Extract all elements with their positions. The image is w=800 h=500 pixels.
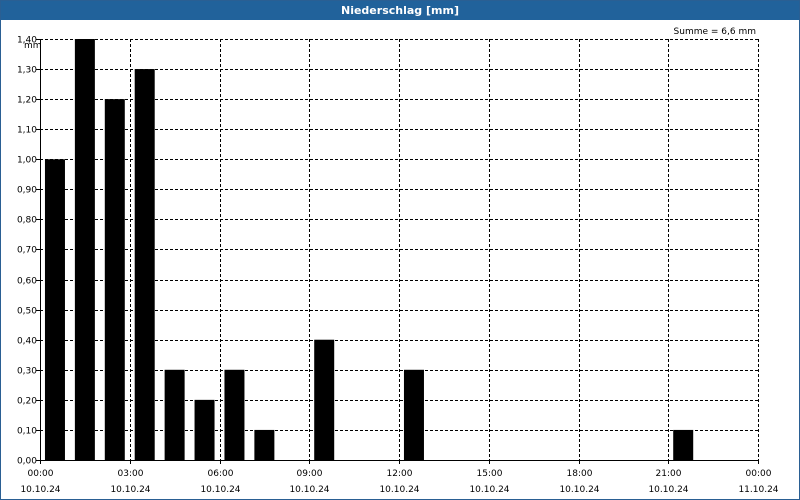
x-tick-time: 12:00 bbox=[387, 469, 413, 479]
x-tick-date: 11.10.24 bbox=[738, 485, 778, 495]
x-tick-date: 10.10.24 bbox=[379, 485, 419, 495]
x-tick-date: 10.10.24 bbox=[200, 485, 240, 495]
x-tick-time: 15:00 bbox=[477, 469, 503, 479]
y-tick-label: 1,00 bbox=[17, 156, 37, 166]
sum-label: Summe = 6,6 mm bbox=[674, 27, 756, 37]
x-tick-time: 00:00 bbox=[746, 469, 772, 479]
precipitation-chart: 0,00 0,10 0,20 0,30 0,40 0,50 0,60 0,70 0,80 0,90… bbox=[17, 27, 779, 496]
y-tick-label: 1,20 bbox=[17, 96, 37, 106]
x-tick-time: 18:00 bbox=[567, 469, 593, 479]
y-tick-label: 0,40 bbox=[17, 337, 37, 347]
bar bbox=[194, 399, 215, 460]
y-tick-label: 0,50 bbox=[17, 307, 37, 317]
tick-labels: 0,00 0,10 0,20 0,30 0,40 0,50 0,60 0,70 0,80 0,90… bbox=[17, 36, 779, 496]
x-tick-date: 10.10.24 bbox=[469, 485, 509, 495]
bar bbox=[104, 99, 125, 461]
x-tick-time: 06:00 bbox=[208, 469, 234, 479]
bar bbox=[314, 339, 335, 460]
y-tick-label: 1,10 bbox=[17, 126, 37, 136]
y-tick-label: 0,20 bbox=[17, 397, 37, 407]
bar bbox=[164, 369, 185, 460]
x-tick-date: 10.10.24 bbox=[110, 485, 150, 495]
x-tick-time: 00:00 bbox=[28, 469, 54, 479]
x-tick-time: 03:00 bbox=[118, 469, 144, 479]
bar bbox=[44, 159, 65, 461]
x-tick-time: 21:00 bbox=[656, 469, 682, 479]
bar bbox=[403, 369, 424, 460]
bar bbox=[74, 39, 95, 460]
bar bbox=[254, 429, 275, 460]
x-tick-date: 10.10.24 bbox=[559, 485, 599, 495]
y-axis-unit: mm bbox=[24, 41, 42, 51]
y-tick-label: 0,10 bbox=[17, 427, 37, 437]
bar bbox=[134, 69, 155, 461]
x-tick-date: 10.10.24 bbox=[648, 485, 688, 495]
bar bbox=[224, 369, 245, 460]
x-tick-date: 10.10.24 bbox=[20, 485, 60, 495]
y-tick-label: 0,90 bbox=[17, 186, 37, 196]
y-tick-label: 0,70 bbox=[17, 246, 37, 256]
bar bbox=[673, 429, 694, 460]
x-tick-time: 09:00 bbox=[297, 469, 323, 479]
y-tick-label: 1,30 bbox=[17, 66, 37, 76]
y-tick-label: 0,80 bbox=[17, 216, 37, 226]
x-tick-date: 10.10.24 bbox=[289, 485, 329, 495]
y-tick-label: 0,60 bbox=[17, 277, 37, 287]
y-tick-label: 0,30 bbox=[17, 367, 37, 377]
y-tick-label: 0,00 bbox=[17, 457, 37, 467]
